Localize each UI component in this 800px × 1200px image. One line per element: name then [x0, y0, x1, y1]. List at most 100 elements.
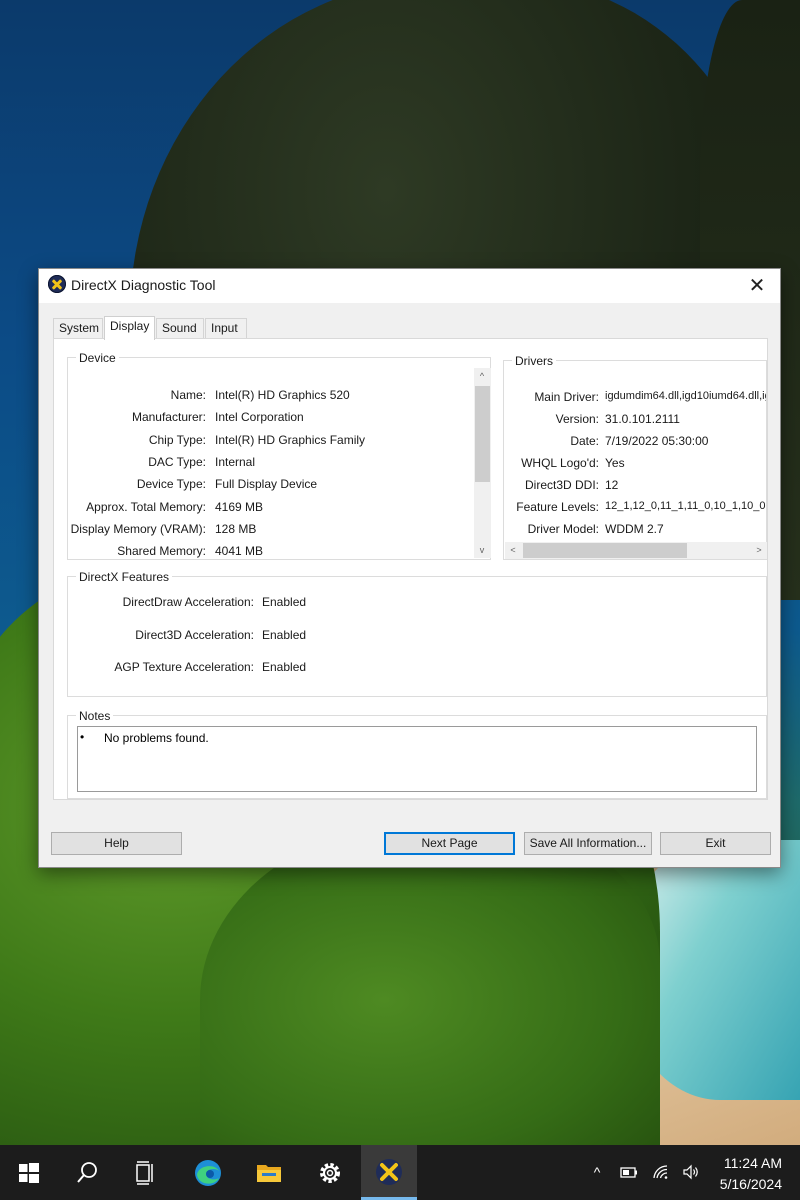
task-view-icon[interactable]	[125, 1153, 165, 1193]
device-value: Intel(R) HD Graphics Family	[215, 433, 366, 447]
device-key: Display Memory (VRAM):	[70, 522, 206, 536]
device-key: Manufacturer:	[131, 410, 206, 424]
device-key: Shared Memory:	[117, 544, 206, 558]
volume-icon[interactable]	[681, 1162, 701, 1182]
taskbar: ^ 11:24 AM 5/16/2024	[0, 1145, 800, 1200]
feature-value: Enabled	[262, 595, 307, 609]
notes-group-label: Notes	[76, 709, 114, 723]
next-page-button[interactable]: Next Page	[384, 832, 515, 855]
device-value: 4041 MB	[215, 544, 264, 558]
driver-row-driver-model: Driver Model: WDDM 2.7	[504, 522, 766, 538]
wifi-icon[interactable]	[651, 1162, 671, 1182]
device-value: Intel Corporation	[215, 410, 304, 424]
device-value: Full Display Device	[215, 477, 318, 491]
driver-value: Yes	[605, 456, 625, 470]
taskbar-clock[interactable]: 11:24 AM 5/16/2024	[720, 1153, 782, 1195]
driver-key: Feature Levels:	[516, 500, 599, 514]
device-row-name: Name: Intel(R) HD Graphics 520	[68, 388, 478, 404]
directx-icon	[48, 275, 66, 293]
drivers-scroll-thumb[interactable]	[523, 543, 687, 558]
feature-row-directdraw: DirectDraw Acceleration: Enabled	[68, 595, 468, 611]
driver-value: 7/19/2022 05:30:00	[605, 434, 709, 448]
device-value: Intel(R) HD Graphics 520	[215, 388, 350, 402]
exit-button[interactable]: Exit	[660, 832, 771, 855]
driver-key: Date:	[570, 434, 599, 448]
scroll-left-arrow-icon[interactable]: <	[505, 542, 521, 558]
feature-value: Enabled	[262, 660, 307, 674]
driver-row-version: Version: 31.0.101.2111	[504, 412, 766, 428]
clock-time: 11:24 AM	[723, 1155, 782, 1171]
settings-icon[interactable]	[310, 1153, 350, 1193]
driver-value: igdumdim64.dll,igd10iumd64.dll,igd10	[605, 390, 766, 402]
device-value: 128 MB	[215, 522, 257, 536]
edge-icon[interactable]	[188, 1153, 228, 1193]
device-key: DAC Type:	[148, 455, 206, 469]
driver-value: 12	[605, 478, 619, 492]
notes-item: No problems found.	[104, 731, 209, 745]
notes-group: Notes • No problems found.	[67, 709, 767, 799]
start-icon[interactable]	[9, 1153, 49, 1193]
close-button[interactable]: ✕	[734, 269, 780, 303]
device-row-vram: Display Memory (VRAM): 128 MB	[68, 522, 478, 538]
window-title: DirectX Diagnostic Tool	[71, 277, 216, 293]
device-key: Device Type:	[136, 477, 206, 491]
notes-bullet: •	[80, 730, 85, 744]
directx-features-group-label: DirectX Features	[76, 570, 173, 584]
driver-row-date: Date: 7/19/2022 05:30:00	[504, 434, 766, 450]
driver-value: 31.0.101.2111	[605, 412, 680, 426]
driver-key: Version:	[555, 412, 599, 426]
tab-display[interactable]: Display	[104, 316, 155, 340]
scroll-down-arrow-icon[interactable]: v	[474, 542, 490, 558]
search-icon[interactable]	[67, 1153, 107, 1193]
feature-row-agp-texture: AGP Texture Acceleration: Enabled	[68, 660, 468, 676]
driver-row-feature-levels: Feature Levels: 12_1,12_0,11_1,11_0,10_1…	[504, 500, 766, 516]
driver-key: Direct3D DDI:	[524, 478, 599, 492]
driver-row-main-driver: Main Driver: igdumdim64.dll,igd10iumd64.…	[504, 390, 766, 406]
tab-system[interactable]: System	[53, 318, 103, 338]
battery-icon[interactable]	[619, 1162, 639, 1182]
driver-key: Main Driver:	[534, 390, 599, 404]
driver-key: Driver Model:	[527, 522, 599, 536]
device-row-shared-memory: Shared Memory: 4041 MB	[68, 544, 478, 560]
directx-taskbar-button[interactable]	[361, 1145, 417, 1200]
device-scroll-thumb[interactable]	[475, 386, 490, 482]
scroll-right-arrow-icon[interactable]: >	[751, 542, 767, 558]
feature-key: Direct3D Acceleration:	[135, 628, 254, 642]
driver-row-whql: WHQL Logo'd: Yes	[504, 456, 766, 472]
feature-key: DirectDraw Acceleration:	[122, 595, 254, 609]
notes-text-area[interactable]: • No problems found.	[77, 726, 757, 792]
device-row-device-type: Device Type: Full Display Device	[68, 477, 478, 493]
device-value: 4169 MB	[215, 500, 264, 514]
driver-info-list[interactable]: Main Driver: igdumdim64.dll,igd10iumd64.…	[504, 361, 766, 541]
clock-date: 5/16/2024	[719, 1176, 782, 1192]
help-button[interactable]: Help	[51, 832, 182, 855]
driver-value: 12_1,12_0,11_1,11_0,10_1,10_0,9_3	[605, 500, 766, 512]
device-row-total-memory: Approx. Total Memory: 4169 MB	[68, 500, 478, 516]
device-key: Approx. Total Memory:	[86, 500, 206, 514]
device-group: Device Name: Intel(R) HD Graphics 520 Ma…	[67, 351, 491, 560]
device-row-manufacturer: Manufacturer: Intel Corporation	[68, 410, 478, 426]
driver-key: WHQL Logo'd:	[521, 456, 599, 470]
directx-features-group: DirectX Features DirectDraw Acceleration…	[67, 570, 767, 697]
device-value: Internal	[215, 455, 256, 469]
feature-value: Enabled	[262, 628, 307, 642]
feature-row-direct3d: Direct3D Acceleration: Enabled	[68, 628, 468, 644]
display-tab-panel: Device Name: Intel(R) HD Graphics 520 Ma…	[53, 338, 768, 800]
driver-row-d3d-ddi: Direct3D DDI: 12	[504, 478, 766, 494]
file-explorer-icon[interactable]	[249, 1153, 289, 1193]
device-vertical-scrollbar[interactable]: ^ v	[474, 368, 491, 558]
device-key: Chip Type:	[148, 433, 206, 447]
tab-sound[interactable]: Sound	[156, 318, 204, 338]
device-key: Name:	[170, 388, 206, 402]
show-hidden-icons-chevron-icon[interactable]: ^	[587, 1162, 607, 1182]
device-group-label: Device	[76, 351, 119, 365]
directx-icon	[376, 1159, 402, 1185]
save-all-information-button[interactable]: Save All Information...	[524, 832, 652, 855]
title-bar[interactable]: DirectX Diagnostic Tool ✕	[39, 269, 780, 303]
drivers-horizontal-scrollbar[interactable]: < >	[505, 542, 767, 559]
device-row-dac-type: DAC Type: Internal	[68, 455, 478, 471]
device-row-chip-type: Chip Type: Intel(R) HD Graphics Family	[68, 433, 478, 449]
scroll-up-arrow-icon[interactable]: ^	[474, 368, 490, 384]
tab-input[interactable]: Input	[205, 318, 247, 338]
directx-diagnostic-window: DirectX Diagnostic Tool ✕ System Display…	[38, 268, 781, 868]
